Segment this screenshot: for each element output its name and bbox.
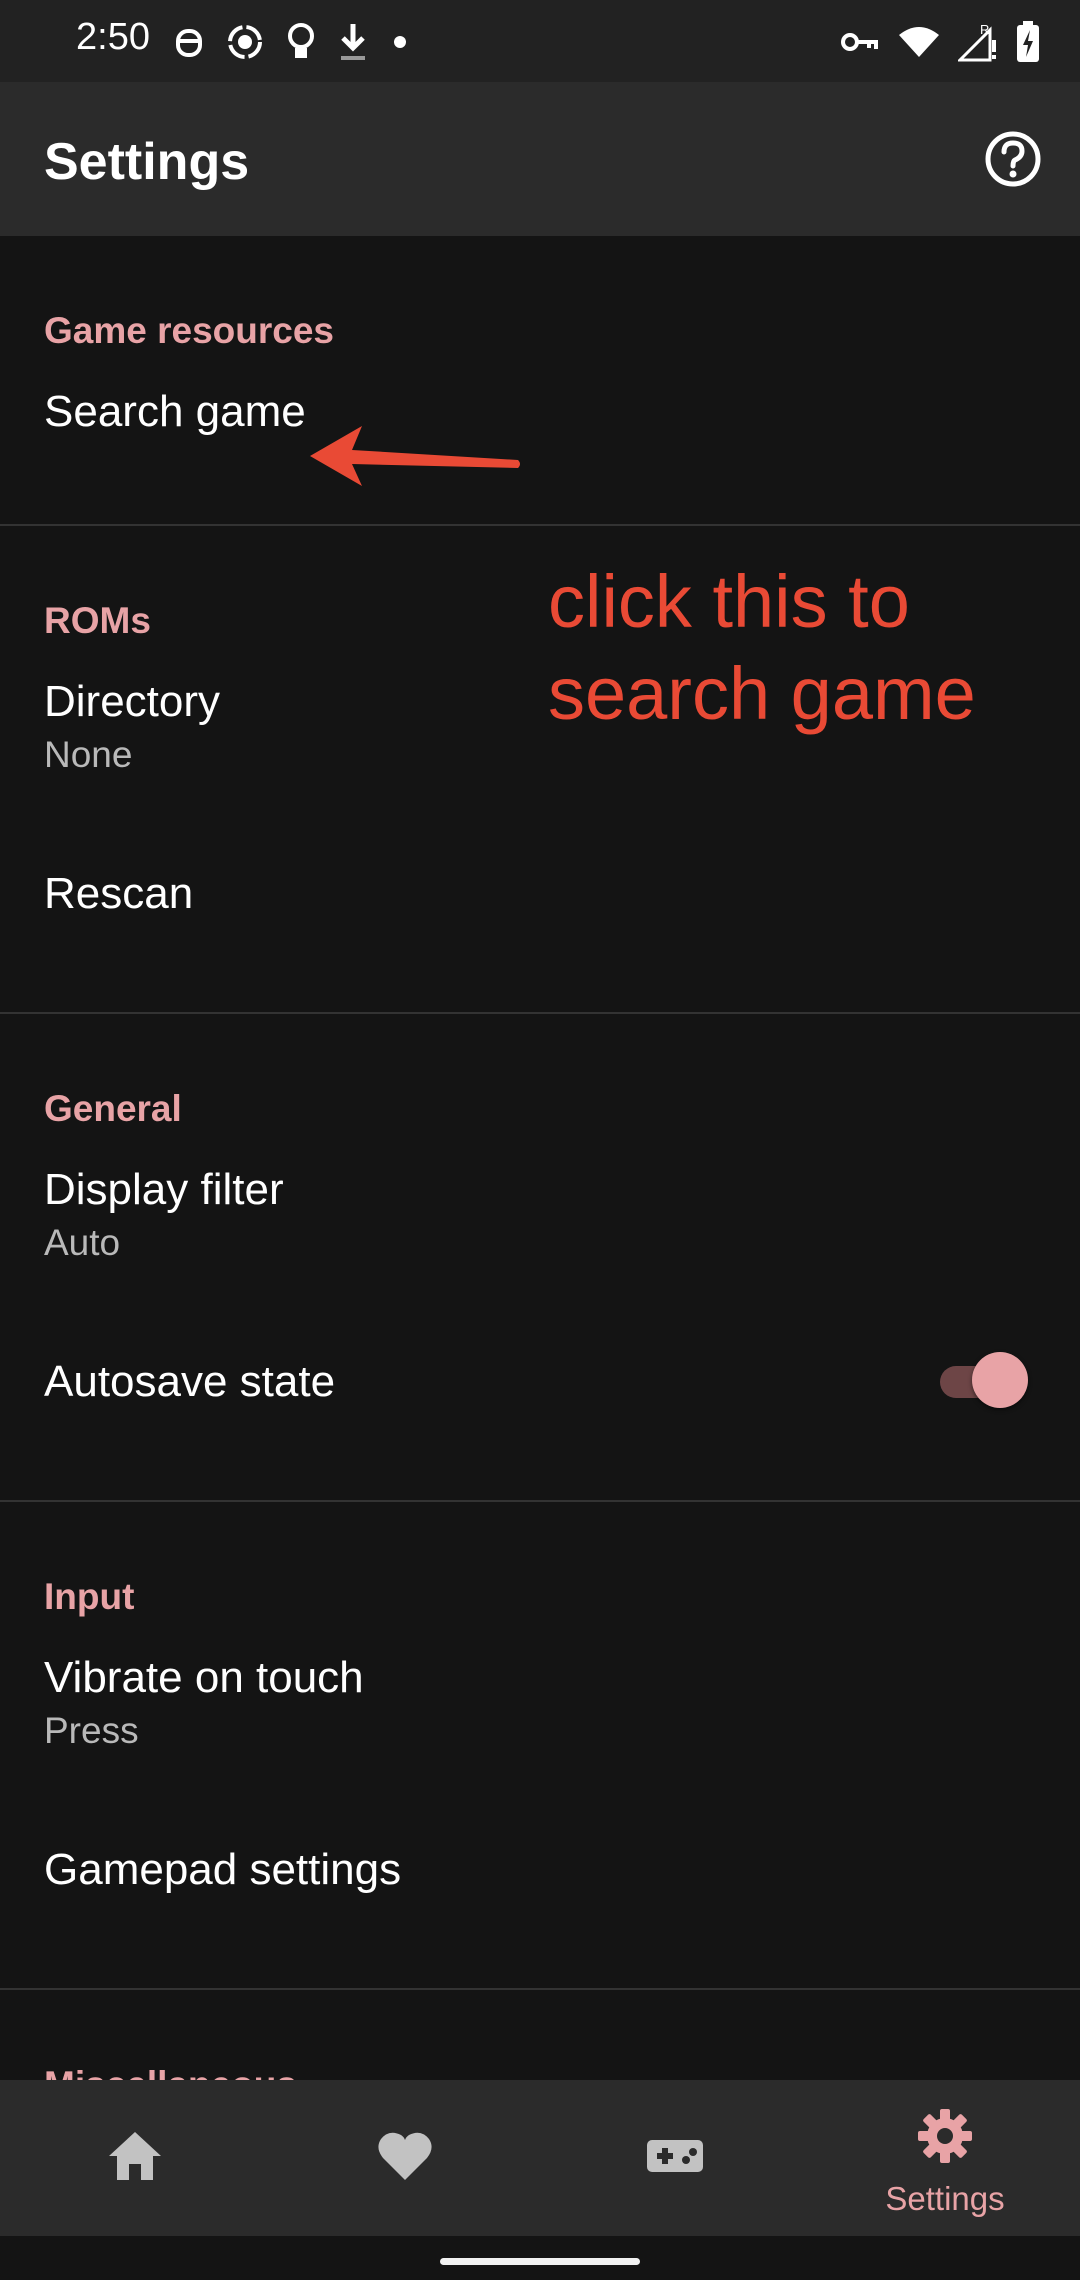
status-bar: 2:50 R [0,0,1080,82]
section-game-resources: Game resources Search game [0,236,1080,526]
section-header: Game resources [44,310,335,351]
vibrate-on-touch-item[interactable]: Vibrate on touch Press [0,1632,1080,1822]
rescan-item[interactable]: Rescan [0,846,1080,1012]
svg-text:R: R [980,22,989,37]
gesture-bar [0,2236,1080,2280]
status-system-icons: R [840,18,1040,66]
status-notification-icons [174,20,410,64]
annotation-line-2: search game [548,652,976,735]
section-input: Input Vibrate on touch Press Gamepad set… [0,1502,1080,1990]
heart-icon [378,2132,432,2180]
download-icon [338,22,368,62]
nav-settings[interactable]: Settings [810,2080,1080,2236]
robot-icon [174,23,204,61]
section-header: General [44,1088,182,1129]
pref-title: Vibrate on touch [44,1653,364,1702]
display-filter-item[interactable]: Display filter Auto [0,1144,1080,1334]
screen-record-icon [226,23,264,61]
pref-title: Rescan [44,869,194,918]
toggle-thumb [972,1352,1028,1408]
pref-summary: Auto [44,1222,121,1263]
section-misc: Miscellaneous [0,1990,1080,2080]
settings-list[interactable]: Game resources Search game ROMs Director… [0,236,1080,2080]
battery-charging-icon [1016,21,1040,63]
signal-icon: R [958,22,998,62]
nav-favorites[interactable] [270,2080,540,2236]
section-general: General Display filter Auto Autosave sta… [0,1014,1080,1502]
pref-title: Gamepad settings [44,1845,402,1894]
lightbulb-icon [286,22,316,62]
annotation-text: click this to search game [548,556,1048,740]
wifi-icon [898,25,940,59]
home-icon [109,2132,161,2180]
section-header: Input [44,1576,135,1617]
gamepad-settings-item[interactable]: Gamepad settings [0,1822,1080,1988]
nav-home[interactable] [0,2080,270,2236]
pref-summary: Press [44,1710,139,1751]
search-game-item[interactable]: Search game [0,366,1080,524]
status-time: 2:50 [76,16,150,58]
help-button[interactable] [984,130,1042,188]
pref-title: Autosave state [44,1357,336,1406]
dot-icon [390,32,410,52]
nav-games[interactable] [540,2080,810,2236]
gamepad-icon [647,2140,703,2172]
pref-title: Search game [44,387,306,436]
annotation-line-1: click this to [548,560,910,643]
annotation-arrow-icon [310,426,520,486]
autosave-toggle[interactable] [936,1352,1028,1408]
app-bar: Settings [0,82,1080,236]
pref-title: Display filter [44,1165,284,1214]
gear-icon [918,2109,972,2163]
autosave-state-item[interactable]: Autosave state [0,1334,1080,1500]
vpn-key-icon [840,27,880,57]
gesture-handle[interactable] [440,2258,640,2265]
page-title: Settings [44,133,250,191]
nav-label: Settings [885,2180,1005,2217]
section-header: Miscellaneous [0,1990,1080,2080]
help-circle-icon [985,131,1041,187]
bottom-nav: Settings [0,2080,1080,2236]
